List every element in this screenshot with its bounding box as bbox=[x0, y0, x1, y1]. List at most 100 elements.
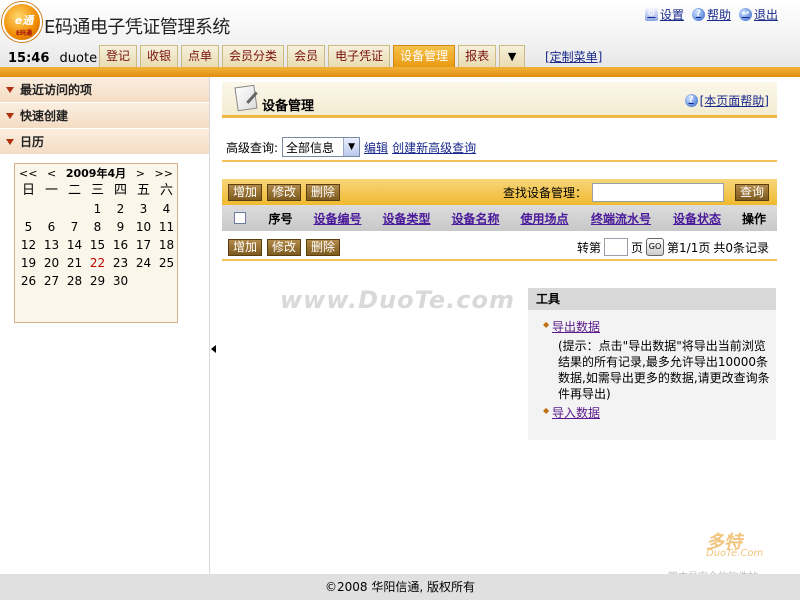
tools-panel: 工具 导出数据 (提示：点击"导出数据"将导出当前浏览结果的所有记录,最多允许导… bbox=[528, 288, 776, 440]
tab-device-management[interactable]: 设备管理 bbox=[393, 45, 456, 67]
calendar-next-year[interactable]: >> bbox=[155, 166, 173, 182]
calendar-day[interactable]: 30 bbox=[109, 272, 132, 290]
calendar-day[interactable]: 9 bbox=[109, 218, 132, 236]
sidebar-collapse-arrow[interactable] bbox=[211, 345, 216, 353]
logo-mark: e通 bbox=[14, 14, 34, 27]
col-device-number[interactable]: 设备编号 bbox=[303, 210, 372, 227]
calendar-weekday: 二 bbox=[67, 183, 81, 198]
calendar-prev-month[interactable]: < bbox=[47, 166, 56, 182]
watermark-text: www.DuoTe.com bbox=[280, 286, 515, 314]
calendar-day[interactable]: 15 bbox=[86, 236, 109, 254]
calendar-day[interactable]: 8 bbox=[86, 218, 109, 236]
corner-watermark-logo: 多特 DuoTe.Com 国内最安全的软件站 bbox=[666, 528, 796, 583]
caret-down-icon bbox=[6, 87, 14, 93]
col-device-name[interactable]: 设备名称 bbox=[441, 210, 510, 227]
calendar-day[interactable]: 23 bbox=[109, 254, 132, 272]
chevron-down-icon: ▼ bbox=[507, 50, 517, 63]
calendar-day[interactable]: 17 bbox=[132, 236, 155, 254]
calendar-day[interactable]: 22 bbox=[86, 254, 109, 272]
calendar-day[interactable]: 12 bbox=[17, 236, 40, 254]
calendar-day[interactable]: 1 bbox=[86, 200, 109, 218]
calendar-day[interactable]: 6 bbox=[40, 218, 63, 236]
page-help-link[interactable]: ? [本页面帮助] bbox=[684, 92, 769, 109]
add-button[interactable]: 增加 bbox=[228, 183, 263, 201]
settings-link[interactable]: ⚙ 设置 bbox=[644, 6, 684, 23]
logo-subtitle: E码通 bbox=[15, 30, 33, 37]
calendar-day[interactable]: 16 bbox=[109, 236, 132, 254]
col-terminal-serial[interactable]: 终端流水号 bbox=[579, 210, 663, 227]
col-venue[interactable]: 使用场点 bbox=[510, 210, 579, 227]
page-footer: ©2008 华阳信通, 版权所有 bbox=[0, 574, 800, 600]
delete-button[interactable]: 删除 bbox=[306, 183, 341, 201]
calendar-next-month[interactable]: > bbox=[136, 166, 145, 182]
calendar-day[interactable]: 7 bbox=[63, 218, 86, 236]
calendar-day[interactable]: 19 bbox=[17, 254, 40, 272]
table-header: 序号 设备编号 设备类型 设备名称 使用场点 终端流水号 设备状态 操作 bbox=[222, 205, 777, 231]
tab-reports[interactable]: 报表 bbox=[458, 45, 497, 67]
logout-link[interactable]: ↩ 退出 bbox=[738, 6, 778, 23]
tab-cashier[interactable]: 收银 bbox=[140, 45, 179, 67]
go-button[interactable]: GO bbox=[646, 238, 665, 256]
page-info: 第1/1页 bbox=[667, 240, 711, 255]
calendar-day[interactable]: 11 bbox=[155, 218, 178, 236]
calendar-day[interactable]: 13 bbox=[40, 236, 63, 254]
help-link[interactable]: ? 帮助 bbox=[691, 6, 731, 23]
search-input[interactable] bbox=[591, 182, 724, 202]
calendar-day[interactable]: 28 bbox=[63, 272, 86, 290]
sidebar-section-recent[interactable]: 最近访问的项 bbox=[0, 77, 209, 103]
add-button-bottom[interactable]: 增加 bbox=[228, 238, 263, 256]
page-title: 设备管理 bbox=[262, 99, 315, 114]
custom-menu-link[interactable]: [定制菜单] bbox=[545, 48, 602, 65]
header-divider-bar bbox=[0, 67, 800, 77]
col-device-type[interactable]: 设备类型 bbox=[372, 210, 441, 227]
calendar-day[interactable]: 18 bbox=[155, 236, 178, 254]
edit-button-bottom[interactable]: 修改 bbox=[267, 238, 302, 256]
calendar-day[interactable]: 3 bbox=[132, 200, 155, 218]
edit-query-link[interactable]: 编辑 bbox=[364, 139, 388, 156]
calendar-day[interactable]: 14 bbox=[63, 236, 86, 254]
select-all-checkbox[interactable] bbox=[234, 212, 246, 224]
export-data-link[interactable]: 导出数据 bbox=[543, 318, 600, 335]
sidebar-section-label: 日历 bbox=[20, 135, 45, 149]
calendar-day[interactable]: 21 bbox=[63, 254, 86, 272]
tab-order[interactable]: 点单 bbox=[181, 45, 220, 67]
import-data-link[interactable]: 导入数据 bbox=[543, 404, 600, 421]
tools-title: 工具 bbox=[528, 288, 776, 310]
search-button[interactable]: 查询 bbox=[734, 183, 769, 201]
calendar-day[interactable]: 4 bbox=[155, 200, 178, 218]
caret-down-icon bbox=[6, 139, 14, 145]
delete-button-bottom[interactable]: 删除 bbox=[306, 238, 341, 256]
tab-member[interactable]: 会员 bbox=[287, 45, 326, 67]
calendar-day[interactable]: 29 bbox=[86, 272, 109, 290]
help-label: 帮助 bbox=[706, 8, 731, 22]
tab-register[interactable]: 登记 bbox=[99, 45, 138, 67]
calendar-day[interactable]: 20 bbox=[40, 254, 63, 272]
tabs-more-dropdown[interactable]: ▼ bbox=[499, 45, 526, 67]
calendar-day[interactable]: 2 bbox=[109, 200, 132, 218]
calendar-day[interactable]: 27 bbox=[40, 272, 63, 290]
calendar-day[interactable]: 25 bbox=[155, 254, 178, 272]
calendar-weekday: 六 bbox=[159, 183, 173, 198]
pager-jump-label: 转第 bbox=[577, 240, 602, 255]
edit-button[interactable]: 修改 bbox=[267, 183, 302, 201]
corner-logo-sub: DuoTe.Com bbox=[706, 548, 764, 559]
col-index: 序号 bbox=[268, 211, 293, 226]
calendar-prev-year[interactable]: << bbox=[19, 166, 37, 182]
create-query-link[interactable]: 创建新高级查询 bbox=[392, 139, 476, 156]
col-device-status[interactable]: 设备状态 bbox=[663, 210, 731, 227]
sidebar-section-quick-create[interactable]: 快速创建 bbox=[0, 103, 209, 129]
calendar-day[interactable]: 26 bbox=[17, 272, 40, 290]
caret-down-icon bbox=[6, 113, 14, 119]
select-all-cell bbox=[222, 212, 258, 224]
calendar-weekday: 四 bbox=[113, 183, 127, 198]
tab-e-voucher[interactable]: 电子凭证 bbox=[328, 45, 391, 67]
chevron-down-icon: ▼ bbox=[343, 138, 360, 156]
calendar-day[interactable]: 10 bbox=[132, 218, 155, 236]
page-number-input[interactable] bbox=[604, 238, 629, 256]
advanced-query-select[interactable]: 全部信息 ▼ bbox=[282, 137, 361, 157]
calendar-day[interactable]: 24 bbox=[132, 254, 155, 272]
tab-member-category[interactable]: 会员分类 bbox=[222, 45, 285, 67]
advanced-query-value: 全部信息 bbox=[286, 140, 335, 155]
sidebar-section-calendar[interactable]: 日历 bbox=[0, 129, 209, 155]
calendar-day[interactable]: 5 bbox=[17, 218, 40, 236]
